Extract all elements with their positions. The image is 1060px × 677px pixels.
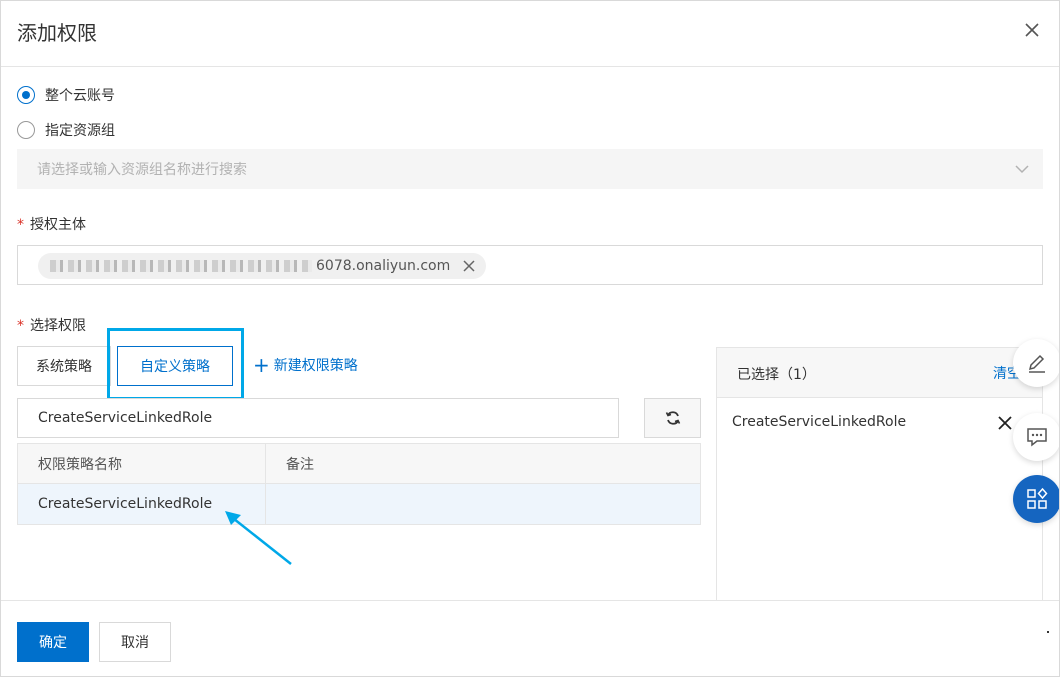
principal-label-text: 授权主体: [30, 217, 86, 233]
dialog-title: 添加权限: [17, 21, 97, 45]
new-policy-label: 新建权限策略: [273, 358, 358, 374]
close-icon[interactable]: [1021, 19, 1043, 41]
dot: [1047, 631, 1049, 633]
tab-system-policy[interactable]: 系统策略: [17, 346, 111, 386]
radio-button-unchecked[interactable]: [17, 121, 35, 139]
apps-float-button[interactable]: [1013, 475, 1059, 523]
refresh-button[interactable]: [644, 398, 701, 438]
radio-label-whole-account: 整个云账号: [45, 88, 115, 104]
selected-count-title: 已选择（1）: [737, 367, 816, 383]
dialog-footer: 确定 取消: [1, 600, 1059, 676]
principal-tag-text: 6078.onaliyun.com: [316, 258, 451, 274]
resource-group-select[interactable]: 请选择或输入资源组名称进行搜索: [17, 149, 1043, 189]
selected-policy-item: CreateServiceLinkedRole: [732, 414, 907, 430]
permissions-label: * 选择权限: [17, 315, 86, 335]
annotation-highlight-box: [107, 328, 244, 400]
column-header-policy-name: 权限策略名称: [18, 444, 266, 483]
policy-note-cell: [266, 484, 700, 524]
annotation-arrow: [225, 511, 292, 565]
radio-button-checked[interactable]: [17, 86, 35, 104]
required-mark: *: [17, 217, 24, 233]
chevron-down-icon: [1015, 165, 1029, 174]
radio-label-resource-group: 指定资源组: [45, 123, 115, 139]
policy-search-input[interactable]: CreateServiceLinkedRole: [17, 398, 619, 438]
radio-resource-group[interactable]: 指定资源组: [17, 120, 115, 140]
add-permission-dialog: 添加权限 整个云账号 指定资源组 请选择或输入资源组名称进行搜索 * 授权主体 6…: [0, 0, 1060, 677]
radio-whole-account[interactable]: 整个云账号: [17, 85, 115, 105]
resource-group-placeholder: 请选择或输入资源组名称进行搜索: [37, 162, 247, 178]
refresh-icon: [665, 411, 680, 425]
table-header: 权限策略名称 备注: [18, 444, 700, 484]
principal-input[interactable]: 6078.onaliyun.com: [17, 245, 1043, 285]
close-icon[interactable]: [462, 259, 476, 273]
apps-icon: [1027, 487, 1048, 509]
policy-table: 权限策略名称 备注 CreateServiceLinkedRole: [17, 443, 701, 525]
selected-policies-panel: 已选择（1） 清空 CreateServiceLinkedRole: [716, 347, 1043, 603]
plus-icon: +: [253, 353, 270, 377]
required-mark: *: [17, 318, 24, 334]
cancel-button[interactable]: 取消: [99, 622, 171, 662]
new-policy-link[interactable]: + 新建权限策略: [253, 355, 358, 375]
confirm-button[interactable]: 确定: [17, 622, 89, 662]
column-header-note: 备注: [286, 456, 314, 473]
dialog-header: 添加权限: [1, 1, 1059, 67]
chat-icon: [1027, 428, 1047, 447]
edit-float-button[interactable]: [1013, 339, 1059, 387]
remove-icon[interactable]: [997, 415, 1013, 431]
principal-tag: 6078.onaliyun.com: [38, 253, 487, 279]
redacted-account: [50, 260, 312, 272]
feedback-float-button[interactable]: [1013, 413, 1059, 461]
principal-label: * 授权主体: [17, 214, 86, 234]
selected-panel-header: 已选择（1） 清空: [717, 348, 1042, 398]
table-row[interactable]: CreateServiceLinkedRole: [18, 484, 700, 524]
pencil-icon: [1028, 354, 1045, 373]
permissions-label-text: 选择权限: [30, 318, 86, 334]
